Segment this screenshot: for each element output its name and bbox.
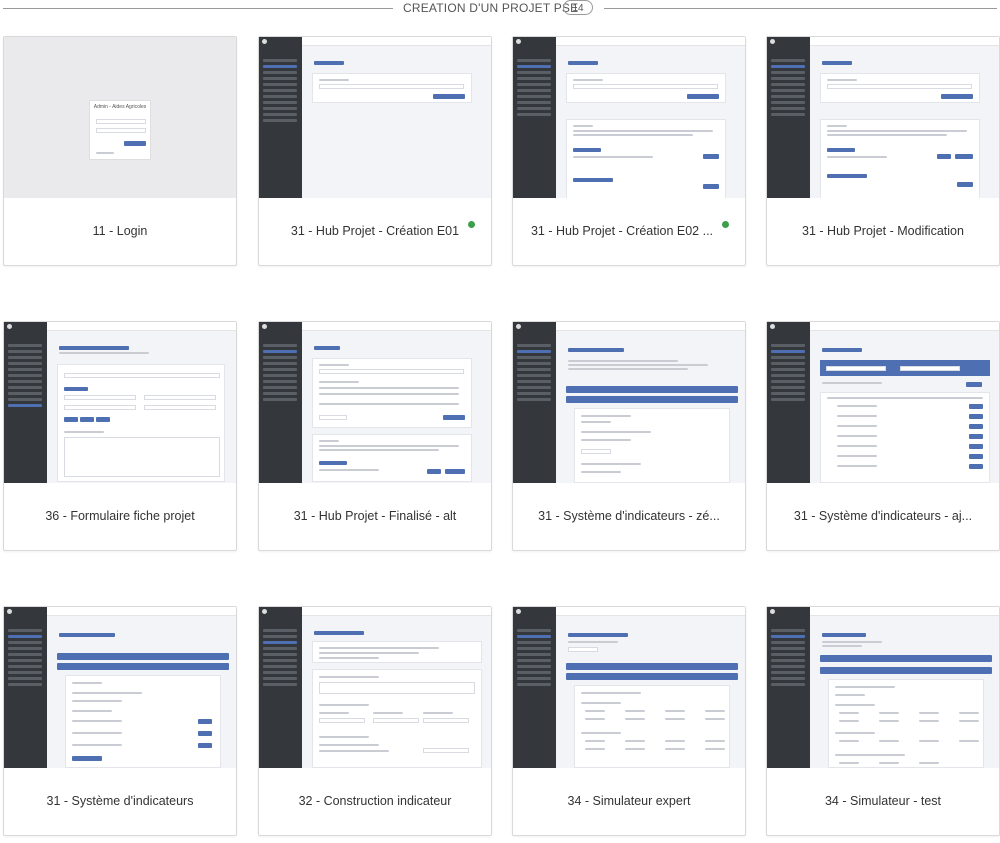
status-dot-green <box>722 221 729 228</box>
screen-card-label: 36 - Formulaire fiche projet <box>45 509 195 523</box>
screen-card-label: 31 - Système d'indicateurs <box>46 794 194 808</box>
screen-thumbnail[interactable] <box>513 322 745 483</box>
screen-thumbnail[interactable] <box>767 322 999 483</box>
screen-thumbnail[interactable] <box>259 37 491 198</box>
screen-card-formulaire-fiche-projet[interactable]: 36 - Formulaire fiche projet <box>3 321 237 551</box>
screen-card-label: 32 - Construction indicateur <box>298 794 452 808</box>
screen-card-label: 34 - Simulateur expert <box>567 794 691 808</box>
screen-thumbnail[interactable] <box>767 37 999 198</box>
screen-card-hub-modification[interactable]: 31 - Hub Projet - Modification <box>766 36 1000 266</box>
thumb-login-title: Admin - Aides Agricoles <box>93 104 147 110</box>
screen-card-simulateur-expert[interactable]: 34 - Simulateur expert <box>512 606 746 836</box>
screen-card-simulateur-test[interactable]: 34 - Simulateur - test <box>766 606 1000 836</box>
screen-card-label: 31 - Système d'indicateurs - aj... <box>793 509 973 523</box>
screen-card-login[interactable]: Admin - Aides Agricoles 11 - Login <box>3 36 237 266</box>
screen-card-hub-finalise-alt[interactable]: 31 - Hub Projet - Finalisé - alt <box>258 321 492 551</box>
section-header: CREATION D'UN PROJET PSE 14 <box>0 0 1000 16</box>
divider-left <box>3 8 393 9</box>
screen-count-badge: 14 <box>563 0 593 15</box>
screen-card-systeme-indicateurs-ajout[interactable]: 31 - Système d'indicateurs - aj... <box>766 321 1000 551</box>
section-title: CREATION D'UN PROJET PSE <box>403 1 579 15</box>
screen-card-systeme-indicateurs-zero[interactable]: 31 - Système d'indicateurs - zé... <box>512 321 746 551</box>
screen-card-label: 31 - Hub Projet - Modification <box>802 224 964 238</box>
screen-thumbnail[interactable] <box>513 607 745 768</box>
screen-card-construction-indicateur[interactable]: 32 - Construction indicateur <box>258 606 492 836</box>
screen-card-label: 11 - Login <box>92 224 148 238</box>
screen-thumbnail[interactable] <box>4 322 236 483</box>
screen-card-systeme-indicateurs[interactable]: 31 - Système d'indicateurs <box>3 606 237 836</box>
screen-card-hub-creation-e02[interactable]: 31 - Hub Projet - Création E02 ... <box>512 36 746 266</box>
screen-card-label: 31 - Système d'indicateurs - zé... <box>538 509 720 523</box>
divider-right <box>604 8 997 9</box>
screen-thumbnail[interactable] <box>4 607 236 768</box>
screen-thumbnail[interactable] <box>259 322 491 483</box>
screen-thumbnail[interactable] <box>259 607 491 768</box>
screen-card-label: 34 - Simulateur - test <box>824 794 941 808</box>
screen-thumbnail[interactable] <box>513 37 745 198</box>
screen-thumbnail[interactable] <box>767 607 999 768</box>
status-dot-green <box>468 221 475 228</box>
screen-card-label: 31 - Hub Projet - Création E01 <box>290 224 460 238</box>
screen-card-label: 31 - Hub Projet - Création E02 ... <box>530 224 714 238</box>
screen-card-hub-creation-e01[interactable]: 31 - Hub Projet - Création E01 <box>258 36 492 266</box>
screen-card-label: 31 - Hub Projet - Finalisé - alt <box>293 509 457 523</box>
screen-thumbnail[interactable]: Admin - Aides Agricoles <box>4 37 236 198</box>
